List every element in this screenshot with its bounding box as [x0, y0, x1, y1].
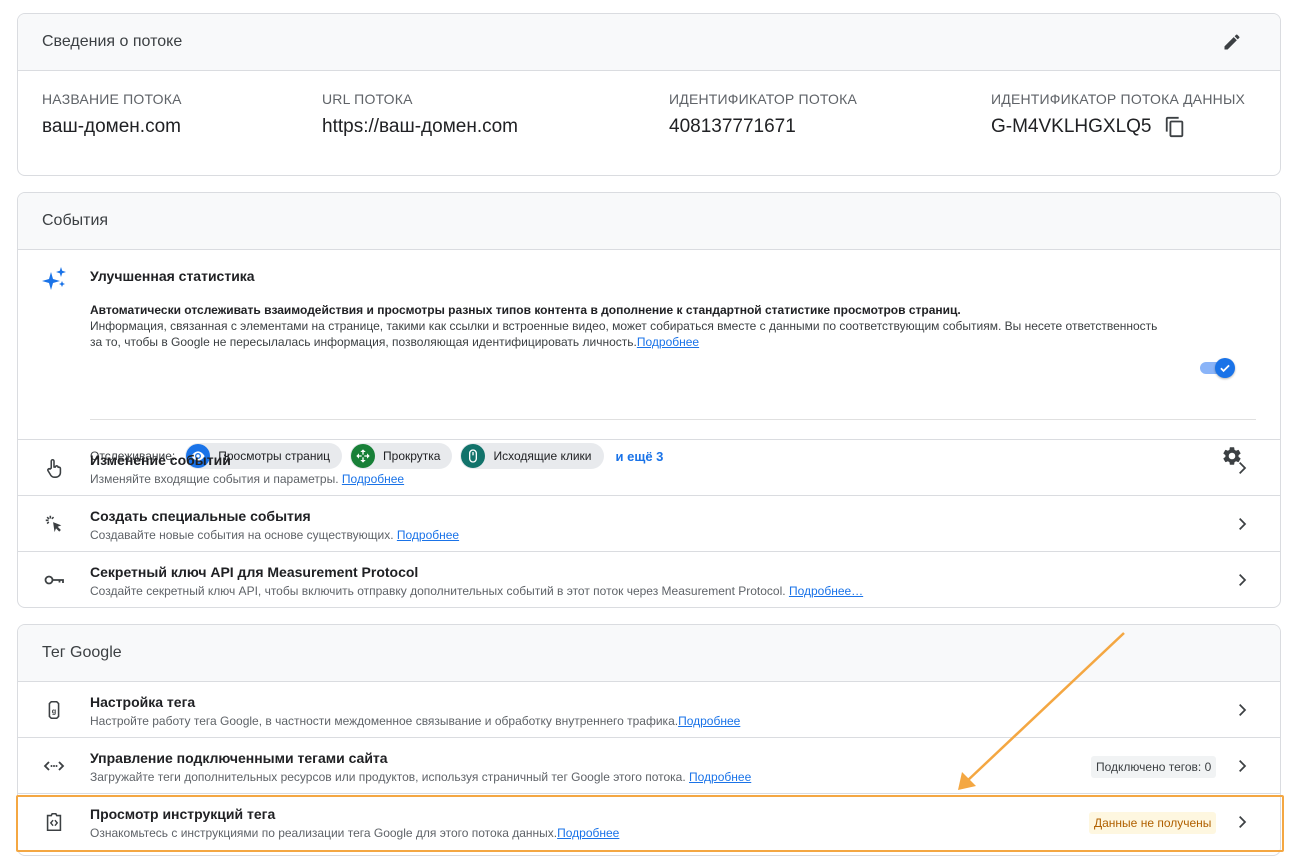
- stream-url-label: URL ПОТОКА: [322, 91, 413, 107]
- google-tag-icon: g: [42, 698, 66, 722]
- connected-tags-title: Управление подключенными тегами сайта: [90, 750, 388, 766]
- view-tag-instructions-row[interactable]: Просмотр инструкций тега Ознакомьтесь с …: [18, 794, 1280, 850]
- events-header: События: [18, 193, 1280, 250]
- copy-icon: [1165, 116, 1183, 138]
- events-title: События: [42, 212, 109, 229]
- enhanced-measurement-toggle[interactable]: [1200, 355, 1238, 379]
- modify-events-desc: Изменяйте входящие события и параметры. …: [90, 472, 404, 486]
- create-custom-events-row[interactable]: Создать специальные события Создавайте н…: [18, 496, 1280, 552]
- section-divider: [90, 419, 1256, 420]
- sparkle-icon: [42, 266, 68, 297]
- measurement-protocol-row[interactable]: Секретный ключ API для Measurement Proto…: [18, 552, 1280, 607]
- stream-id-field: ИДЕНТИФИКАТОР ПОТОКА 408137771671: [669, 91, 857, 138]
- copy-measurement-id-button[interactable]: [1164, 116, 1186, 138]
- measurement-protocol-desc-text: Создайте секретный ключ API, чтобы включ…: [90, 584, 789, 598]
- measurement-id-row: G-M4VKLHGXLQ5: [991, 116, 1245, 138]
- modify-events-row[interactable]: Изменение событий Изменяйте входящие соб…: [18, 440, 1280, 496]
- measurement-protocol-learn-more[interactable]: Подробнее…: [789, 584, 863, 598]
- connected-tags-count-badge: Подключено тегов: 0: [1091, 756, 1217, 778]
- chevron-right-icon: [1230, 568, 1254, 592]
- connected-tags-desc-text: Загружайте теги дополнительных ресурсов …: [90, 770, 690, 784]
- google-tag-header: Тег Google: [18, 625, 1280, 682]
- enhanced-measurement-title: Улучшенная статистика: [90, 268, 255, 284]
- toggle-knob: [1215, 358, 1235, 378]
- configure-tag-desc-text: Настройте работу тега Google, в частност…: [90, 714, 679, 728]
- modify-events-desc-text: Изменяйте входящие события и параметры.: [90, 472, 342, 486]
- google-tag-card: Тег Google g Настройка тега Настройте ра…: [17, 624, 1281, 856]
- google-tag-title: Тег Google: [42, 644, 122, 661]
- create-custom-events-desc-text: Создавайте новые события на основе сущес…: [90, 528, 397, 542]
- enhanced-measurement-lead: Автоматически отслеживать взаимодействия…: [90, 303, 961, 317]
- stream-name-field: НАЗВАНИЕ ПОТОКА ваш-домен.com: [42, 91, 182, 138]
- stream-details-header: Сведения о потоке: [18, 14, 1280, 71]
- configure-tag-row[interactable]: g Настройка тега Настройте работу тега G…: [18, 682, 1280, 738]
- enhanced-measurement-description: Автоматически отслеживать взаимодействия…: [90, 302, 1170, 350]
- pencil-icon: [1224, 34, 1240, 50]
- stream-name-label: НАЗВАНИЕ ПОТОКА: [42, 91, 182, 107]
- view-tag-instructions-desc-text: Ознакомьтесь с инструкциями по реализаци…: [90, 826, 558, 840]
- chevron-right-icon: [1230, 698, 1254, 722]
- measurement-id-value: G-M4VKLHGXLQ5: [991, 116, 1152, 137]
- edit-stream-button[interactable]: [1220, 30, 1244, 54]
- modify-events-learn-more[interactable]: Подробнее: [342, 472, 404, 486]
- connected-tags-row[interactable]: Управление подключенными тегами сайта За…: [18, 738, 1280, 794]
- measurement-id-label: ИДЕНТИФИКАТОР ПОТОКА ДАННЫХ: [991, 91, 1246, 107]
- learn-more-link[interactable]: Подробнее: [637, 335, 699, 349]
- view-tag-instructions-title: Просмотр инструкций тега: [90, 806, 276, 822]
- touch-icon: [42, 456, 66, 480]
- configure-tag-desc: Настройте работу тега Google, в частност…: [90, 714, 740, 728]
- no-data-received-badge: Данные не получены: [1089, 812, 1217, 834]
- stream-id-value: 408137771671: [669, 116, 796, 137]
- chevron-right-icon: [1230, 754, 1254, 778]
- svg-text:g: g: [52, 707, 56, 716]
- chevron-right-icon: [1230, 456, 1254, 480]
- view-tag-instructions-desc: Ознакомьтесь с инструкциями по реализаци…: [90, 826, 619, 840]
- measurement-protocol-desc: Создайте секретный ключ API, чтобы включ…: [90, 584, 863, 598]
- create-custom-events-learn-more[interactable]: Подробнее: [397, 528, 459, 542]
- view-tag-instructions-learn-more[interactable]: Подробнее: [557, 826, 619, 840]
- create-custom-events-title: Создать специальные события: [90, 508, 311, 524]
- connected-tags-desc: Загружайте теги дополнительных ресурсов …: [90, 770, 751, 784]
- stream-details-card: Сведения о потоке НАЗВАНИЕ ПОТОКА ваш-до…: [17, 13, 1281, 176]
- check-icon: [1220, 364, 1230, 373]
- events-card: События Улучшенная статистика Автоматиче…: [17, 192, 1281, 608]
- stream-url-field: URL ПОТОКА https://ваш-домен.com: [322, 91, 518, 138]
- measurement-protocol-title: Секретный ключ API для Measurement Proto…: [90, 564, 419, 580]
- stream-name-value: ваш-домен.com: [42, 116, 181, 137]
- connected-tags-learn-more[interactable]: Подробнее: [689, 770, 751, 784]
- measurement-id-field: ИДЕНТИФИКАТОР ПОТОКА ДАННЫХ G-M4VKLHGXLQ…: [991, 91, 1245, 138]
- cursor-click-icon: [42, 512, 66, 536]
- chevron-right-icon: [1230, 810, 1254, 834]
- modify-events-title: Изменение событий: [90, 452, 231, 468]
- key-icon: [42, 568, 66, 592]
- code-arrows-icon: [42, 754, 66, 778]
- enhanced-measurement-body: Информация, связанная с элементами на ст…: [90, 319, 1158, 349]
- stream-id-label: ИДЕНТИФИКАТОР ПОТОКА: [669, 91, 858, 107]
- configure-tag-learn-more[interactable]: Подробнее: [678, 714, 740, 728]
- stream-url-value: https://ваш-домен.com: [322, 116, 518, 137]
- chevron-right-icon: [1230, 512, 1254, 536]
- stream-details-title: Сведения о потоке: [42, 33, 183, 50]
- create-custom-events-desc: Создавайте новые события на основе сущес…: [90, 528, 459, 542]
- enhanced-measurement-section: Улучшенная статистика Автоматически отсл…: [18, 250, 1280, 469]
- configure-tag-title: Настройка тега: [90, 694, 196, 710]
- code-clipboard-icon: [42, 810, 66, 834]
